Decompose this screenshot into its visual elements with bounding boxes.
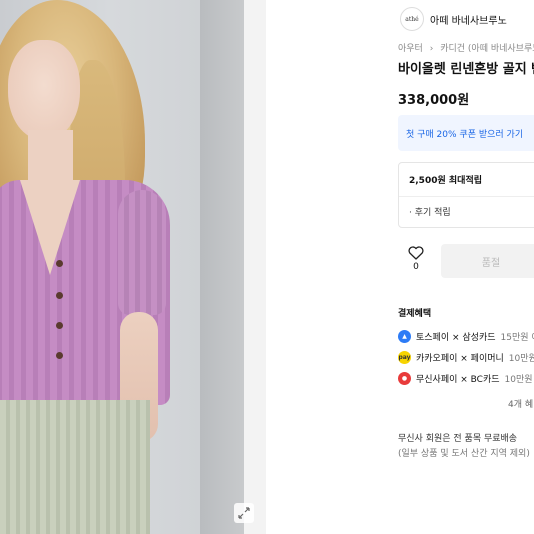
first-purchase-coupon-banner[interactable]: 첫 구매 20% 쿠폰 받으러 가기 — [398, 115, 534, 151]
musinsa-pay-icon: ● — [398, 372, 411, 385]
cardigan-neckline — [20, 180, 80, 275]
cardigan-button — [56, 260, 63, 267]
payment-benefit-musinsa[interactable]: ● 무신사페이 × BC카드 10만원 — [398, 372, 533, 385]
expand-icon[interactable] — [234, 503, 254, 523]
more-benefits-link[interactable]: 4개 혜 — [508, 397, 533, 410]
max-points: 2,500원 최대적립 — [409, 176, 483, 186]
heart-icon — [408, 246, 424, 260]
cardigan-sleeve — [118, 190, 166, 315]
payment-benefit-toss[interactable]: ▲ 토스페이 × 삼성카드 15만원 이 — [398, 330, 534, 343]
kakao-pay-icon: pay — [398, 351, 411, 364]
breadcrumb-item-cardigan[interactable]: 카디건 (아떼 바네사브루노 — [440, 44, 534, 54]
payment-benefit-main: 카카오페이 × 페이머니 — [416, 354, 504, 364]
cardigan-button — [56, 292, 63, 299]
payment-benefit-main: 무신사페이 × BC카드 — [416, 375, 500, 385]
like-count: 0 — [413, 262, 419, 272]
product-info-panel: athé 아떼 바네사브루노 아우터 › 카디건 (아떼 바네사브루노 바이올렛… — [386, 0, 534, 480]
free-shipping-text: 무신사 회원은 전 품목 무료배송 — [398, 434, 518, 444]
points-box: 2,500원 최대적립 · 후기 적립 — [398, 162, 534, 228]
product-price: 338,000원 — [398, 93, 470, 108]
soldout-label: 품절 — [481, 257, 501, 269]
cardigan-button — [56, 352, 63, 359]
photo-background-edge — [200, 0, 244, 534]
model-face — [8, 40, 80, 140]
expand-arrows-icon — [238, 507, 250, 519]
brand-logo: athé — [400, 7, 424, 31]
brand-name: 아떼 바네사브루노 — [430, 15, 507, 27]
payment-benefit-sub: 10만원 — [504, 375, 533, 385]
soldout-button[interactable]: 품절 — [441, 244, 534, 278]
review-points: · 후기 적립 — [409, 208, 451, 218]
breadcrumb-item-outer[interactable]: 아우터 — [398, 44, 423, 54]
breadcrumb: 아우터 › 카디건 (아떼 바네사브루노 — [398, 41, 534, 54]
divider — [399, 196, 534, 197]
product-image — [0, 0, 266, 534]
toss-pay-icon: ▲ — [398, 330, 411, 343]
shipping-exception-text: (일부 상품 및 도서 산간 지역 제외) — [398, 449, 530, 459]
payment-benefit-sub: 10만원 — [508, 354, 534, 364]
payment-benefit-sub: 15만원 이 — [500, 333, 534, 343]
like-button[interactable]: 0 — [404, 246, 428, 272]
payment-benefit-main: 토스페이 × 삼성카드 — [416, 333, 496, 343]
pleated-skirt — [0, 400, 150, 534]
payment-benefit-kakao[interactable]: pay 카카오페이 × 페이머니 10만원 — [398, 351, 534, 364]
chevron-right-icon: › — [429, 44, 434, 54]
payment-benefits-title: 결제혜택 — [398, 309, 432, 319]
coupon-text: 첫 구매 20% 쿠폰 받으러 가기 — [406, 130, 524, 140]
brand-link[interactable]: athé 아떼 바네사브루노 — [400, 7, 507, 31]
product-title: 바이올렛 린넨혼방 골지 반 — [398, 62, 534, 77]
model-photo — [0, 0, 200, 534]
cardigan-button — [56, 322, 63, 329]
